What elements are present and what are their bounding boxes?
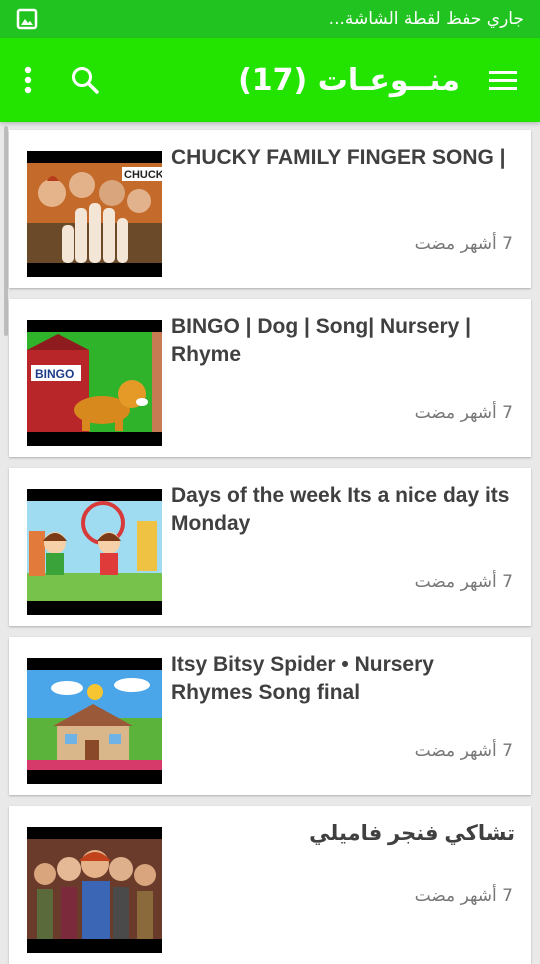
video-card[interactable]: Days of the week Its a nice day its Mond… [9, 468, 531, 626]
app-bar: منــوعـات (17) [0, 38, 540, 122]
video-title[interactable]: تشاكي فنجر فاميلي [171, 820, 515, 848]
video-time: 7 أشهر مضت [414, 886, 513, 906]
video-time: 7 أشهر مضت [414, 234, 513, 254]
video-card[interactable]: BINGO BINGO | Dog | Song| Nursery | Rhym… [9, 299, 531, 457]
chucky-finger-family-thumbnail[interactable] [27, 827, 162, 953]
video-title[interactable]: BINGO | Dog | Song| Nursery | Rhyme [171, 313, 521, 369]
status-bar: جاري حفظ لقطة الشاشة... [0, 0, 540, 38]
search-icon[interactable] [70, 65, 100, 95]
bingo-sign: BINGO [35, 367, 74, 381]
video-title[interactable]: Itsy Bitsy Spider • Nursery Rhymes Song … [171, 651, 521, 707]
video-card[interactable]: تشاكي فنجر فاميلي 7 أشهر مضت [9, 806, 531, 964]
days-of-week-thumbnail[interactable] [27, 489, 162, 615]
page-title: منــوعـات (17) [238, 62, 460, 98]
bingo-dog-thumbnail[interactable]: BINGO [27, 320, 162, 446]
more-vertical-icon[interactable] [22, 65, 34, 95]
image-icon [16, 8, 38, 30]
scrollbar[interactable] [4, 126, 8, 336]
video-title[interactable]: CHUCKY FAMILY FINGER SONG | [171, 144, 521, 172]
video-time: 7 أشهر مضت [414, 741, 513, 761]
svg-text:CHUCK: CHUCK [124, 169, 162, 181]
video-card[interactable]: Itsy Bitsy Spider • Nursery Rhymes Song … [9, 637, 531, 795]
itsy-bitsy-thumbnail[interactable] [27, 658, 162, 784]
video-time: 7 أشهر مضت [414, 403, 513, 423]
video-title[interactable]: Days of the week Its a nice day its Mond… [171, 482, 521, 538]
status-text: جاري حفظ لقطة الشاشة... [328, 9, 524, 29]
video-time: 7 أشهر مضت [414, 572, 513, 592]
chucky-family-thumbnail[interactable]: CHUCK [27, 151, 162, 277]
hamburger-menu-icon[interactable] [488, 68, 518, 92]
video-card[interactable]: CHUCK CHUCKY FAMILY FINGER SONG | 7 أشهر… [9, 130, 531, 288]
